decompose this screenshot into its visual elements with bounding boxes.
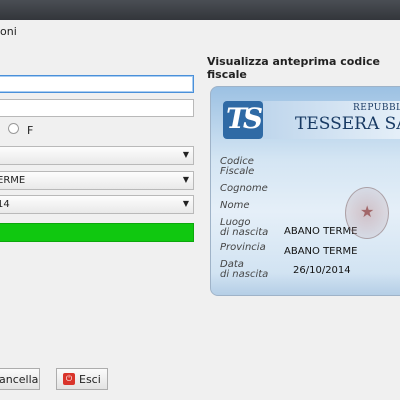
esci-button[interactable]: ⏻ Esci <box>56 368 108 390</box>
radio-f-label: F <box>27 124 34 137</box>
esci-label: Esci <box>79 373 101 386</box>
chevron-down-icon: ▼ <box>182 175 189 184</box>
select-1[interactable]: ▼ <box>0 146 194 165</box>
label-cognome: Cognome <box>220 183 268 194</box>
select-comune[interactable]: ERME ▼ <box>0 171 194 190</box>
select-data[interactable]: 14 ▼ <box>0 195 194 214</box>
select-data-value: 14 <box>0 199 10 210</box>
label-codice-fiscale: Codice Fiscale <box>220 156 255 177</box>
preview-title: Visualizza anteprima codice fiscale <box>207 55 380 81</box>
select-comune-value: ERME <box>0 175 26 186</box>
chevron-down-icon: ▼ <box>182 150 189 159</box>
card-title: TESSERA SANIT <box>295 114 400 134</box>
menubar: oni <box>0 20 400 42</box>
cancella-label: ancella <box>0 373 39 386</box>
power-icon: ⏻ <box>63 373 75 385</box>
radio-f[interactable] <box>8 123 19 134</box>
text-field-2[interactable] <box>0 99 194 117</box>
window-titlebar <box>0 0 400 20</box>
emblem-repubblica: ★ <box>345 187 389 239</box>
card-repubblica: REPUBBLI <box>353 103 400 113</box>
ts-logo: TS <box>223 101 263 139</box>
label-luogo-nascita: Luogo di nascita <box>220 217 269 238</box>
tessera-sanitaria-card: TS REPUBBLI TESSERA SANIT Codice Fiscale… <box>210 86 400 296</box>
label-nome: Nome <box>220 200 250 211</box>
status-bar-green <box>0 223 194 242</box>
value-luogo-nascita: ABANO TERME <box>284 226 358 237</box>
chevron-down-icon: ▼ <box>182 199 189 208</box>
label-provincia: Provincia <box>220 242 266 253</box>
cancella-button[interactable]: ancella <box>0 368 40 390</box>
menu-item-opzioni[interactable]: oni <box>0 25 17 38</box>
value-provincia: ABANO TERME <box>284 246 358 257</box>
text-field-1[interactable] <box>0 75 194 93</box>
